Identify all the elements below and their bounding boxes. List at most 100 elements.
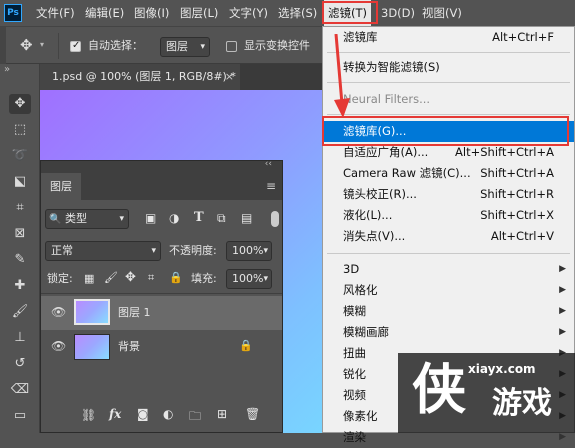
menu-item-vanishing-point[interactable]: 消失点(V)... Alt+Ctrl+V [323, 226, 574, 247]
menu-view[interactable]: 视图(V) [422, 0, 462, 26]
layers-panel: ‹‹ 图层 ≡ 🔍 类型 ▾ ▣ ◑ T ⧉ ▤ 正常 ▾ 不透明度: 100%… [40, 159, 283, 433]
menu-separator [327, 253, 570, 254]
group-icon[interactable]: 🗀 [189, 407, 201, 428]
tab-layers[interactable]: 图层 [41, 173, 81, 200]
menu-item-shortcut: Alt+Ctrl+F [492, 30, 554, 44]
lock-all-icon[interactable]: 🔒 [169, 271, 183, 284]
layer-row[interactable]: 👁 背景 🔒 [41, 330, 282, 364]
menu-item-neural-filters[interactable]: Neural Filters... [323, 89, 574, 110]
move-tool-icon[interactable]: ✥ [9, 94, 31, 114]
link-icon[interactable]: ⛓ [81, 408, 96, 422]
collapse-panel-icon[interactable]: ‹‹ [265, 159, 272, 169]
tool-preset-chevron-icon[interactable]: ▾ [40, 40, 44, 49]
fill-field[interactable]: 100% ▾ [226, 269, 272, 289]
eye-icon[interactable]: 👁 [51, 305, 66, 319]
menu-item-blur-gallery[interactable]: 模糊画廊 ▶ [323, 322, 574, 343]
lasso-tool-icon[interactable]: ➰ [9, 146, 31, 166]
annotation-arrow-icon [334, 34, 350, 118]
menu-item-camera-raw[interactable]: Camera Raw 滤镜(C)... Shift+Ctrl+A [323, 163, 574, 184]
document-tab[interactable]: 1.psd @ 100% (图层 1, RGB/8#) * × [40, 64, 240, 90]
menu-item-label: 视频 [343, 388, 366, 402]
show-transform-checkbox[interactable] [226, 41, 237, 52]
eraser-tool-icon[interactable]: ⌫ [9, 380, 31, 400]
layer-name[interactable]: 背景 [118, 337, 140, 357]
opacity-label: 不透明度: [169, 244, 217, 257]
collapse-icon[interactable]: » [4, 64, 10, 75]
eye-icon[interactable]: 👁 [51, 339, 66, 353]
fill-label: 填充: [191, 272, 217, 285]
adjustment-icon[interactable]: ◐ [163, 407, 173, 421]
menu-item-stylize[interactable]: 风格化 ▶ [323, 280, 574, 301]
options-grip [0, 27, 6, 65]
annotation-box-filter-menu [322, 1, 378, 24]
menu-item-last-filter[interactable]: 滤镜库 Alt+Ctrl+F [323, 27, 574, 48]
lock-position-icon[interactable]: ✥ [125, 270, 136, 285]
photoshop-logo[interactable]: Ps [4, 4, 22, 22]
lock-icon: 🔒 [239, 339, 253, 352]
panel-menu-icon[interactable]: ≡ [266, 179, 276, 193]
filter-toggle-icon[interactable] [271, 211, 279, 227]
watermark-logo: 侠 [412, 358, 466, 421]
filter-pixel-icon[interactable]: ▣ [145, 211, 156, 225]
blend-mode-dropdown[interactable]: 正常 ▾ [45, 241, 161, 261]
lock-transparent-icon[interactable]: ▦ [84, 272, 94, 285]
close-icon[interactable]: × [225, 64, 234, 90]
menu-item-label: 锐化 [343, 367, 366, 381]
tab-bar-empty [240, 64, 330, 90]
history-brush-tool-icon[interactable]: ↺ [9, 354, 31, 374]
menu-item-lens-correction[interactable]: 镜头校正(R)... Shift+Ctrl+R [323, 184, 574, 205]
layer-row[interactable]: 👁 图层 1 [41, 296, 282, 330]
search-icon: 🔍 [49, 214, 62, 225]
layer-filter-dropdown[interactable]: 🔍 类型 ▾ [45, 209, 129, 229]
submenu-arrow-icon: ▶ [559, 327, 566, 337]
filter-smart-object-icon[interactable]: ▤ [241, 211, 252, 225]
opacity-field[interactable]: 100% ▾ [226, 241, 272, 261]
menu-file[interactable]: 文件(F) [36, 0, 75, 26]
menu-item-convert-smart-filter[interactable]: 转换为智能滤镜(S) [323, 57, 574, 78]
filter-type-icon[interactable]: T [194, 210, 204, 225]
lock-pixels-icon[interactable]: 🖌 [104, 271, 118, 284]
menu-item-label: 扭曲 [343, 346, 366, 360]
fx-icon[interactable]: fx [109, 407, 121, 421]
lock-artboard-icon[interactable]: ⌗ [148, 271, 154, 285]
filter-shape-icon[interactable]: ⧉ [217, 211, 226, 226]
menu-layer[interactable]: 图层(L) [180, 0, 218, 26]
layer-name[interactable]: 图层 1 [118, 303, 151, 323]
menu-type[interactable]: 文字(Y) [229, 0, 268, 26]
mask-icon[interactable]: ◙ [137, 407, 149, 421]
menu-item-label: 风格化 [343, 283, 378, 297]
auto-select-checkbox[interactable] [70, 40, 81, 52]
filter-adjustment-icon[interactable]: ◑ [169, 211, 179, 225]
gradient-tool-icon[interactable]: ▭ [9, 406, 31, 426]
frame-tool-icon[interactable]: ⊠ [9, 224, 31, 244]
menu-image[interactable]: 图像(I) [134, 0, 169, 26]
menu-item-label: 模糊画廊 [343, 325, 389, 339]
trash-icon[interactable]: 🗑 [245, 407, 260, 421]
menu-select[interactable]: 选择(S) [278, 0, 317, 26]
menu-item-liquify[interactable]: 液化(L)... Shift+Ctrl+X [323, 205, 574, 226]
crop-tool-icon[interactable]: ⌗ [9, 198, 31, 218]
submenu-arrow-icon: ▶ [559, 264, 566, 274]
menu-edit[interactable]: 编辑(E) [85, 0, 124, 26]
menu-item-3d[interactable]: 3D ▶ [323, 259, 574, 280]
auto-select-target-dropdown[interactable]: 图层 ▾ [160, 37, 210, 57]
panel-tab-bar: 图层 ≡ [41, 173, 282, 200]
chevron-down-icon: ▾ [263, 274, 268, 284]
stamp-tool-icon[interactable]: ⊥ [9, 328, 31, 348]
menu-item-shortcut: Alt+Ctrl+V [490, 229, 554, 243]
panel-header-bar: ‹‹ [41, 159, 282, 173]
brush-tool-icon[interactable]: 🖌 [9, 302, 31, 322]
menu-bar: Ps 文件(F) 编辑(E) 图像(I) 图层(L) 文字(Y) 选择(S) 滤… [0, 0, 575, 26]
eyedropper-tool-icon[interactable]: ✎ [9, 250, 31, 270]
menu-item-blur[interactable]: 模糊 ▶ [323, 301, 574, 322]
submenu-arrow-icon: ▶ [559, 285, 566, 295]
submenu-arrow-icon: ▶ [559, 306, 566, 316]
marquee-tool-icon[interactable]: ⬚ [9, 120, 31, 140]
object-select-tool-icon[interactable]: ⬕ [9, 172, 31, 192]
menu-3d[interactable]: 3D(D) [381, 0, 415, 26]
healing-tool-icon[interactable]: ✚ [9, 276, 31, 296]
chevron-down-icon: ▾ [263, 246, 268, 256]
lock-label: 锁定: [47, 272, 73, 285]
chevron-down-icon: ▾ [151, 246, 156, 256]
new-layer-icon[interactable]: ⊞ [217, 407, 227, 421]
